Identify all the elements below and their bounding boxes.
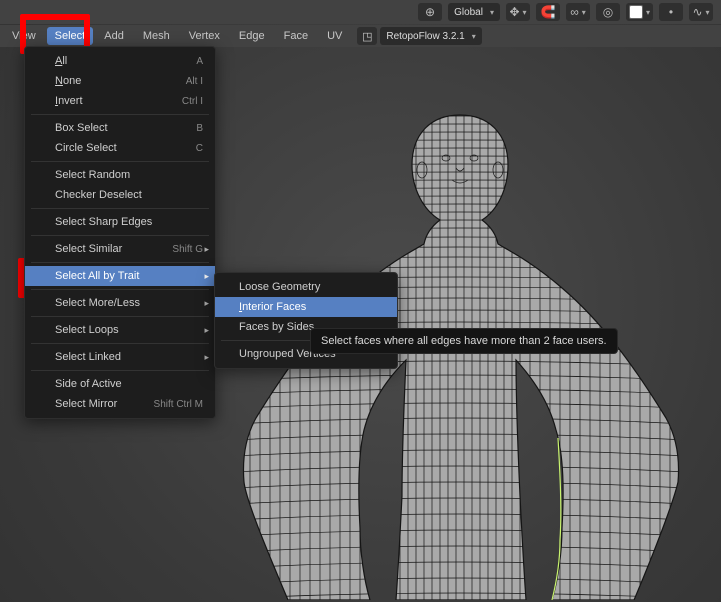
color-swatch xyxy=(629,5,643,19)
menu-item-label: Circle Select xyxy=(55,142,117,154)
snap-toggle[interactable]: 🧲 xyxy=(536,3,560,21)
chevron-down-icon: ▾ xyxy=(706,8,710,17)
globe-icon: ⊕ xyxy=(425,6,435,18)
menu-item-label: Select Loops xyxy=(55,324,119,336)
menu-item-label: Select Mirror xyxy=(55,398,117,410)
menu-item-label: Select Random xyxy=(55,169,130,181)
menu-item-select-linked[interactable]: Select Linked xyxy=(25,347,215,367)
proportional-dot[interactable]: • xyxy=(659,3,683,21)
menu-item-invert[interactable]: Invert Ctrl I xyxy=(25,91,215,111)
menu-item-shortcut: Shift G xyxy=(172,244,203,255)
menu-item-label: None xyxy=(55,75,81,87)
menu-view[interactable]: View xyxy=(4,27,44,45)
menu-item-label: Faces by Sides xyxy=(239,321,314,333)
menu-item-label: All xyxy=(55,55,67,67)
menu-separator xyxy=(31,370,209,371)
menu-item-label: Interior Faces xyxy=(239,301,306,313)
menu-item-label: Select Similar xyxy=(55,243,122,255)
orientation-picker-icon[interactable]: ⊕ xyxy=(418,3,442,21)
menu-separator xyxy=(31,343,209,344)
header-bar: ⊕ Global ▾ ✥▾ 🧲 ∞▾ ◎ ▾ • ∿▾ xyxy=(0,0,721,24)
menu-select[interactable]: Select xyxy=(47,27,94,45)
menu-separator xyxy=(31,161,209,162)
menu-separator xyxy=(31,289,209,290)
menu-add[interactable]: Add xyxy=(96,27,132,45)
tooltip: Select faces where all edges have more t… xyxy=(310,328,618,354)
menu-item-label: Loose Geometry xyxy=(239,281,320,293)
submenu-item-interior-faces[interactable]: Interior Faces xyxy=(215,297,397,317)
menu-item-shortcut: B xyxy=(196,123,203,134)
menu-item-circle-select[interactable]: Circle Select C xyxy=(25,138,215,158)
chevron-down-icon: ▾ xyxy=(582,8,586,17)
chevron-down-icon: ▾ xyxy=(490,8,494,17)
menu-item-select-sharp-edges[interactable]: Select Sharp Edges xyxy=(25,212,215,232)
menu-separator xyxy=(31,208,209,209)
menu-item-box-select[interactable]: Box Select B xyxy=(25,118,215,138)
snap-options[interactable]: ∞▾ xyxy=(566,3,590,21)
menu-item-select-more-less[interactable]: Select More/Less xyxy=(25,293,215,313)
curve-icon: ∿ xyxy=(692,6,702,18)
menu-item-shortcut: Ctrl I xyxy=(182,96,203,107)
menu-mesh[interactable]: Mesh xyxy=(135,27,178,45)
menu-item-none[interactable]: None Alt I xyxy=(25,71,215,91)
menu-separator xyxy=(31,235,209,236)
menu-item-shortcut: Shift Ctrl M xyxy=(154,399,203,410)
pivot-icon: ✥ xyxy=(509,6,519,18)
menu-item-side-of-active[interactable]: Side of Active xyxy=(25,374,215,394)
menu-separator xyxy=(31,114,209,115)
chevron-down-icon: ▾ xyxy=(523,8,527,17)
falloff-dropdown[interactable]: ∿▾ xyxy=(689,3,713,21)
menu-item-label: Checker Deselect xyxy=(55,189,142,201)
menu-separator xyxy=(31,262,209,263)
menu-item-select-random[interactable]: Select Random xyxy=(25,165,215,185)
menu-item-select-mirror[interactable]: Select Mirror Shift Ctrl M xyxy=(25,394,215,414)
orientation-dropdown[interactable]: Global ▾ xyxy=(448,3,500,21)
menu-item-select-similar[interactable]: Select Similar Shift G xyxy=(25,239,215,259)
menu-item-label: Select More/Less xyxy=(55,297,140,309)
select-all-by-trait-submenu: Loose Geometry Interior Faces Faces by S… xyxy=(214,272,398,369)
dot-icon: • xyxy=(669,6,673,18)
magnet-icon: 🧲 xyxy=(541,6,556,18)
menu-item-label: Invert xyxy=(55,95,83,107)
proportional-color[interactable]: ▾ xyxy=(626,3,653,21)
menu-item-label: Select All by Trait xyxy=(55,270,139,282)
menu-separator xyxy=(31,316,209,317)
menu-item-select-loops[interactable]: Select Loops xyxy=(25,320,215,340)
menu-item-select-all-by-trait[interactable]: Select All by Trait xyxy=(25,266,215,286)
pivot-dropdown[interactable]: ✥▾ xyxy=(506,3,530,21)
menu-item-label: Box Select xyxy=(55,122,108,134)
link-icon: ∞ xyxy=(570,6,579,18)
chevron-down-icon: ▾ xyxy=(646,8,650,17)
menu-item-label: Select Linked xyxy=(55,351,121,363)
viewport-3d[interactable]: ⊕ Global ▾ ✥▾ 🧲 ∞▾ ◎ ▾ • ∿▾ View Select … xyxy=(0,0,721,602)
menu-item-label: Side of Active xyxy=(55,378,122,390)
select-menu: All A None Alt I Invert Ctrl I Box Selec… xyxy=(24,46,216,419)
menu-item-shortcut: C xyxy=(196,143,203,154)
menu-item-shortcut: Alt I xyxy=(186,76,203,87)
proportional-toggle[interactable]: ◎ xyxy=(596,3,620,21)
submenu-item-loose-geometry[interactable]: Loose Geometry xyxy=(215,277,397,297)
orientation-label: Global xyxy=(454,7,483,18)
menu-item-label: Select Sharp Edges xyxy=(55,216,152,228)
menu-item-shortcut: A xyxy=(196,56,203,67)
circle-dot-icon: ◎ xyxy=(603,6,613,18)
menu-item-checker-deselect[interactable]: Checker Deselect xyxy=(25,185,215,205)
menu-item-all[interactable]: All A xyxy=(25,51,215,71)
